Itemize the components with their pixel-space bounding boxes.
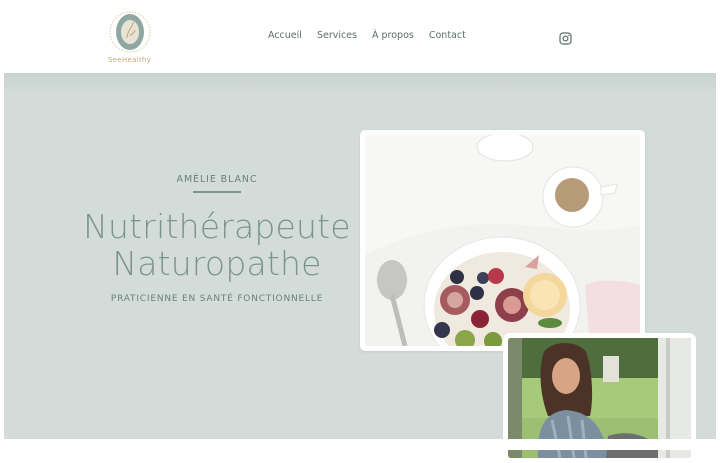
brand-name: SeeHealthy: [108, 56, 152, 64]
nav-item-accueil[interactable]: Accueil: [268, 30, 302, 41]
site-header: SeeHealthy Accueil Services À propos Con…: [0, 0, 720, 72]
hero-top-shade: [4, 73, 716, 95]
nav-item-contact[interactable]: Contact: [429, 30, 466, 41]
food-image: [365, 135, 640, 346]
food-photo: [360, 130, 645, 351]
nav-item-services[interactable]: Services: [317, 30, 357, 41]
page-bottom: [0, 439, 720, 450]
instagram-icon[interactable]: [559, 30, 572, 45]
main-nav: Accueil Services À propos Contact: [268, 30, 466, 41]
nav-item-a-propos[interactable]: À propos: [372, 30, 414, 41]
name-underline: [193, 191, 241, 193]
